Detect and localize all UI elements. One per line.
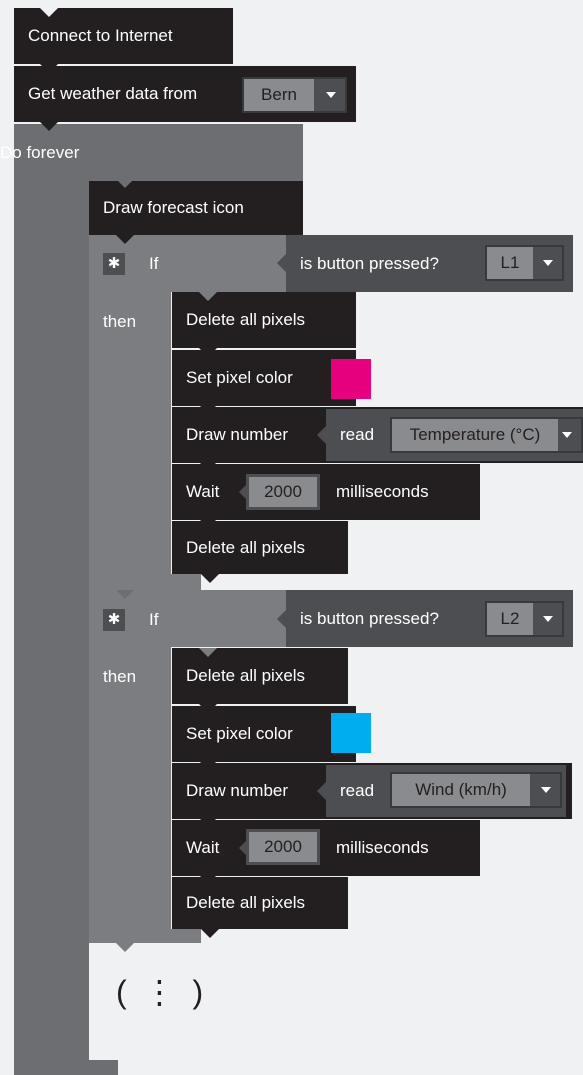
if-2-bottom-nub bbox=[116, 943, 134, 952]
gear-icon[interactable]: ✱ bbox=[103, 253, 125, 275]
wait-label: Wait bbox=[186, 482, 220, 501]
condition-2-nub bbox=[277, 610, 286, 628]
stack-notch bbox=[199, 462, 217, 471]
set-color-label: Set pixel color bbox=[186, 724, 293, 743]
set-color-label: Set pixel color bbox=[186, 368, 293, 387]
do-forever-label: Do forever bbox=[0, 143, 80, 162]
delete-pixels-label: Delete all pixels bbox=[186, 893, 306, 912]
if-1-label: If bbox=[149, 254, 159, 273]
sensor-1-value: Temperature (°C) bbox=[392, 419, 558, 451]
condition-1-text: is button pressed? bbox=[300, 253, 439, 273]
wait-2-ms-input[interactable]: 2000 bbox=[246, 829, 320, 865]
forecast-label: Draw forecast icon bbox=[103, 198, 244, 217]
button-2-dropdown-icon bbox=[543, 616, 553, 622]
set-color-block[interactable]: Set pixel color bbox=[172, 350, 356, 406]
more-blocks-placeholder[interactable]: ( ⋮ ) bbox=[116, 972, 207, 1012]
button-1-value: L1 bbox=[487, 247, 533, 279]
delete-pixels-label: Delete all pixels bbox=[186, 537, 306, 557]
connect-internet-label: Connect to Internet bbox=[28, 26, 173, 45]
weather-label: Get weather data from bbox=[28, 84, 198, 103]
sensor-2-value: Wind (km/h) bbox=[392, 774, 530, 806]
connect-top-notch bbox=[40, 8, 58, 17]
forecast-block[interactable]: Draw forecast icon bbox=[89, 181, 303, 235]
stack-bottom-nub bbox=[201, 929, 219, 938]
button-2-value: L2 bbox=[487, 603, 533, 635]
ms-2-label: milliseconds bbox=[336, 838, 429, 857]
if-2-notch bbox=[116, 590, 134, 599]
wait-label: Wait bbox=[186, 838, 220, 857]
sensor-2-dropdown-icon bbox=[541, 787, 551, 793]
stack-notch bbox=[199, 761, 217, 770]
button-1-dropdown[interactable]: L1 bbox=[485, 245, 564, 281]
delete-pixels-block[interactable]: Delete all pixels bbox=[172, 877, 348, 929]
delete-pixels-label: Delete all pixels bbox=[186, 666, 306, 685]
do-forever-footer bbox=[14, 1060, 118, 1075]
read-2-label: read bbox=[340, 781, 375, 800]
sensor-1-dropdown-icon bbox=[562, 432, 572, 438]
city-value: Bern bbox=[244, 79, 314, 111]
wait-1-ms-input[interactable]: 2000 bbox=[246, 474, 320, 510]
wait-block[interactable]: Wait bbox=[172, 464, 480, 520]
delete-pixels-block[interactable]: Delete all pixels bbox=[172, 521, 348, 574]
forever-notch bbox=[40, 122, 58, 131]
condition-1-nub bbox=[277, 254, 286, 272]
then-2-label: then bbox=[103, 667, 137, 686]
color-swatch-1[interactable] bbox=[331, 359, 371, 399]
stack-bottom-nub bbox=[201, 574, 219, 583]
do-forever-spine bbox=[14, 181, 89, 1075]
city-dropdown[interactable]: Bern bbox=[242, 77, 347, 113]
condition-2-text: is button pressed? bbox=[300, 608, 439, 628]
stack-notch bbox=[199, 292, 217, 301]
draw-number-label: Draw number bbox=[186, 425, 289, 444]
gear-icon[interactable]: ✱ bbox=[103, 609, 125, 631]
stack-notch bbox=[199, 348, 217, 357]
sensor-2-dropdown[interactable]: Wind (km/h) bbox=[390, 772, 562, 808]
ms-1-label: milliseconds bbox=[336, 482, 429, 501]
weather-notch bbox=[40, 64, 58, 73]
read-2-nub bbox=[317, 782, 326, 800]
sensor-1-dropdown[interactable]: Temperature (°C) bbox=[390, 417, 583, 453]
if-2-label: If bbox=[149, 610, 159, 629]
then-1-label: then bbox=[103, 312, 137, 331]
stack-notch bbox=[199, 519, 217, 528]
stack-notch bbox=[199, 405, 217, 414]
stack-notch bbox=[199, 648, 217, 657]
draw-number-label: Draw number bbox=[186, 781, 289, 800]
read-1-nub bbox=[317, 426, 326, 444]
stack-notch bbox=[199, 875, 217, 884]
city-dropdown-icon bbox=[326, 92, 336, 98]
color-swatch-2[interactable] bbox=[331, 713, 371, 753]
button-1-dropdown-icon bbox=[543, 260, 553, 266]
if-1-footer bbox=[89, 574, 201, 590]
stack-notch bbox=[199, 818, 217, 827]
if-1-notch bbox=[116, 235, 134, 244]
forecast-notch bbox=[116, 179, 134, 188]
delete-pixels-label: Delete all pixels bbox=[186, 310, 306, 329]
wait-block[interactable]: Wait bbox=[172, 820, 480, 876]
set-color-block[interactable]: Set pixel color bbox=[172, 706, 356, 762]
stack-notch bbox=[199, 704, 217, 713]
if-2-footer bbox=[89, 929, 201, 943]
button-2-dropdown[interactable]: L2 bbox=[485, 601, 564, 637]
read-1-label: read bbox=[340, 425, 375, 444]
